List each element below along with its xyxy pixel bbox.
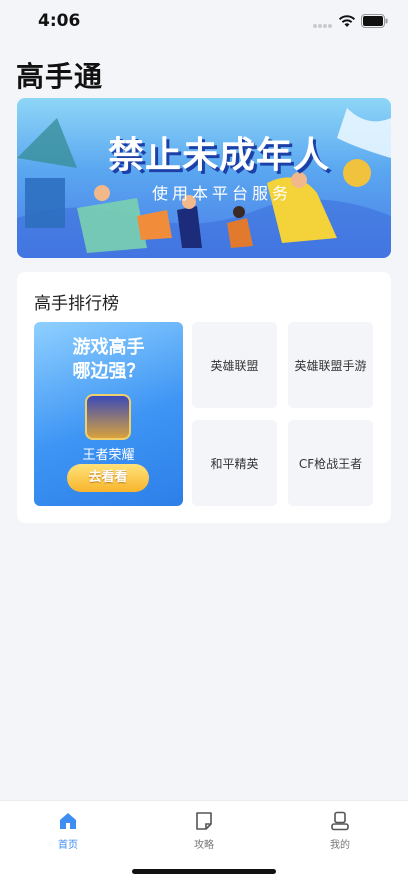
- game-tile[interactable]: 和平精英: [192, 420, 277, 506]
- promo-card[interactable]: 游戏高手 哪边强？ 王者荣耀 去看看: [34, 322, 183, 506]
- guide-icon: [196, 812, 212, 830]
- game-app-icon: [85, 394, 131, 440]
- promo-go-button[interactable]: 去看看: [67, 464, 149, 492]
- tab-guide-label: 攻略: [194, 840, 214, 851]
- banner[interactable]: 禁止未成年人 使用本平台服务: [17, 98, 391, 258]
- tab-profile-label: 我的: [330, 840, 350, 851]
- wifi-icon: [338, 15, 356, 27]
- tab-home-label: 首页: [58, 840, 78, 851]
- promo-heading: 游戏高手 哪边强？: [34, 336, 183, 384]
- game-tile[interactable]: 英雄联盟手游: [288, 322, 373, 408]
- promo-heading-line1: 游戏高手: [72, 337, 145, 358]
- home-icon: [60, 813, 76, 829]
- promo-heading-line2: 哪边强？: [72, 361, 145, 382]
- home-indicator: [132, 869, 276, 874]
- banner-illustration: [17, 108, 391, 258]
- banner-headline: 禁止未成年人: [107, 135, 330, 176]
- battery-icon: [361, 14, 388, 28]
- status-bar: 4:06: [0, 0, 408, 46]
- game-tile[interactable]: CF枪战王者: [288, 420, 373, 506]
- tab-home[interactable]: 首页: [28, 801, 108, 861]
- profile-icon: [331, 811, 349, 831]
- ranking-card: 高手排行榜 游戏高手 哪边强？ 王者荣耀 去看看 英雄联盟 英雄联盟手游 和平精…: [17, 272, 391, 523]
- page-title: 高手通: [16, 60, 104, 93]
- promo-game-name: 王者荣耀: [82, 448, 135, 463]
- ranking-title: 高手排行榜: [34, 294, 119, 314]
- tab-guide[interactable]: 攻略: [164, 801, 244, 861]
- status-time: 4:06: [38, 11, 81, 31]
- signal-icon: [313, 24, 333, 28]
- tab-profile[interactable]: 我的: [300, 801, 380, 861]
- banner-subtitle: 使用本平台服务: [151, 184, 292, 203]
- game-tile[interactable]: 英雄联盟: [192, 322, 277, 408]
